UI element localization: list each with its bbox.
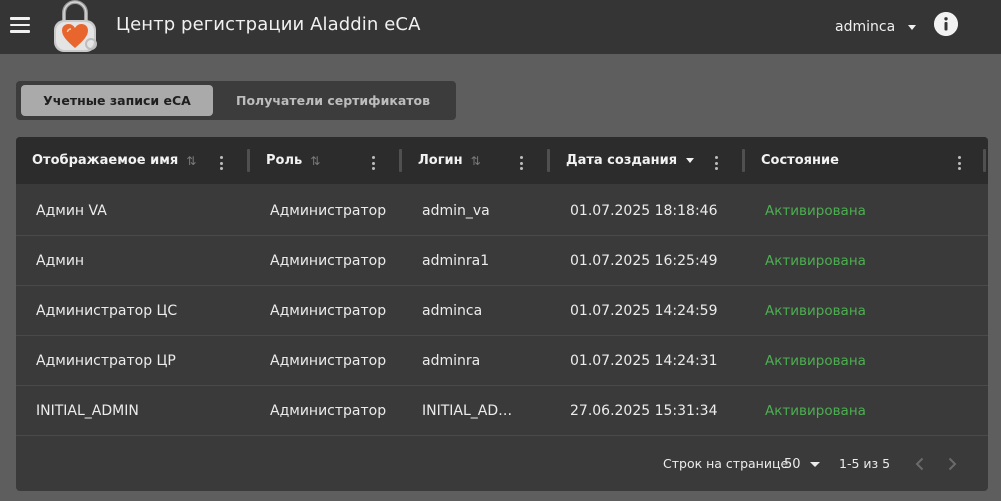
table-row[interactable]: Администратор ЦР Администратор adminra 0… [16, 336, 988, 386]
column-header-label: Состояние [761, 153, 839, 168]
table-header: Отображаемое имя ⇅ Роль ⇅ Логин ⇅ Дата с… [16, 137, 988, 184]
column-resize-handle[interactable] [547, 149, 550, 172]
column-header-login[interactable]: Логин ⇅ [418, 137, 481, 184]
sort-icon[interactable]: ⇅ [186, 154, 196, 168]
info-icon[interactable] [934, 12, 958, 36]
sort-descending-icon[interactable] [686, 158, 695, 163]
column-menu-icon[interactable] [715, 156, 719, 170]
column-resize-handle[interactable] [742, 149, 745, 172]
top-app-bar: Центр регистрации Aladdin eCA adminca [0, 0, 1001, 54]
cell-role: Администратор [270, 403, 387, 419]
column-menu-icon[interactable] [958, 156, 962, 170]
table-row[interactable]: Админ Администратор adminra1 01.07.2025 … [16, 236, 988, 286]
column-header-label: Дата создания [566, 153, 678, 168]
column-header-label: Логин [418, 153, 463, 168]
caret-down-icon [908, 24, 917, 30]
caret-down-icon [809, 461, 820, 467]
cell-role: Администратор [270, 203, 387, 219]
rows-per-page-select[interactable]: 50 [784, 454, 820, 474]
cell-login: admin_va [422, 203, 490, 219]
cell-role: Администратор [270, 353, 387, 369]
sort-icon[interactable]: ⇅ [471, 154, 481, 168]
cell-created-date: 01.07.2025 14:24:31 [570, 353, 718, 369]
column-menu-icon[interactable] [372, 156, 376, 170]
cell-created-date: 01.07.2025 14:24:59 [570, 303, 718, 319]
table-row[interactable]: Админ VA Администратор admin_va 01.07.20… [16, 186, 988, 236]
cell-status: Активирована [765, 303, 866, 319]
column-resize-handle[interactable] [399, 149, 402, 172]
column-header-created-date[interactable]: Дата создания [566, 137, 695, 184]
rows-per-page-value: 50 [784, 456, 801, 472]
cell-status: Активирована [765, 203, 866, 219]
cell-login: adminra [422, 353, 481, 369]
table-pagination: Строк на странице 50 1-5 из 5 [16, 437, 988, 491]
cell-login: adminca [422, 303, 483, 319]
cell-display-name: INITIAL_ADMIN [36, 403, 139, 419]
tab-certificate-recipients[interactable]: Получатели сертификатов [216, 85, 450, 116]
cell-status: Активирована [765, 403, 866, 419]
column-header-display-name[interactable]: Отображаемое имя ⇅ [32, 137, 196, 184]
user-name: adminca [835, 19, 896, 35]
column-resize-handle[interactable] [247, 149, 250, 172]
cell-role: Администратор [270, 253, 387, 269]
app-title: Центр регистрации Aladdin eCA [116, 14, 421, 35]
cell-created-date: 01.07.2025 16:25:49 [570, 253, 718, 269]
accounts-table: Отображаемое имя ⇅ Роль ⇅ Логин ⇅ Дата с… [16, 137, 988, 491]
column-header-label: Отображаемое имя [32, 153, 179, 168]
cell-display-name: Администратор ЦР [36, 353, 176, 369]
column-menu-icon[interactable] [520, 156, 524, 170]
cell-display-name: Администратор ЦС [36, 303, 178, 319]
aladdin-lock-logo [54, 0, 97, 52]
column-resize-handle[interactable] [983, 149, 986, 172]
column-header-label: Роль [266, 153, 303, 168]
hamburger-menu-icon[interactable] [10, 17, 30, 33]
cell-created-date: 27.06.2025 15:31:34 [570, 403, 718, 419]
table-row[interactable]: Администратор ЦС Администратор adminca 0… [16, 286, 988, 336]
table-row[interactable]: INITIAL_ADMIN Администратор INITIAL_AD… … [16, 386, 988, 436]
cell-status: Активирована [765, 353, 866, 369]
rows-per-page-label: Строк на странице [663, 456, 789, 471]
tab-eca-accounts[interactable]: Учетные записи eCA [21, 85, 213, 116]
cell-created-date: 01.07.2025 18:18:46 [570, 203, 718, 219]
tab-group: Учетные записи eCA Получатели сертификат… [16, 81, 456, 120]
cell-role: Администратор [270, 303, 387, 319]
cell-display-name: Админ [36, 253, 85, 269]
column-header-status[interactable]: Состояние [761, 137, 839, 184]
column-header-role[interactable]: Роль ⇅ [266, 137, 320, 184]
cell-display-name: Админ VA [36, 203, 107, 219]
cell-login: adminra1 [422, 253, 490, 269]
cell-login: INITIAL_AD… [422, 403, 513, 419]
chevron-right-icon[interactable] [942, 454, 962, 474]
sort-icon[interactable]: ⇅ [310, 154, 320, 168]
user-menu[interactable]: adminca [835, 17, 917, 37]
cell-status: Активирована [765, 253, 866, 269]
page-range: 1-5 из 5 [839, 456, 891, 471]
column-menu-icon[interactable] [220, 156, 224, 170]
chevron-left-icon[interactable] [910, 454, 930, 474]
